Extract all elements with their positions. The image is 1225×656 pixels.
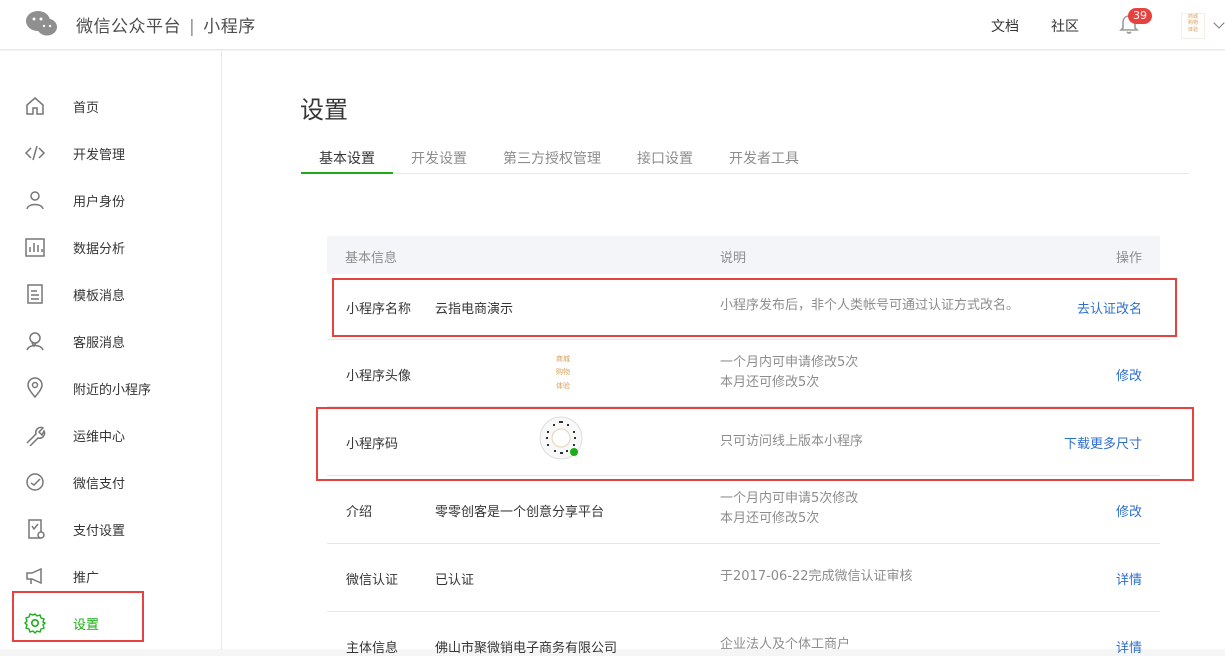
setting-value: 已认证 [435, 573, 475, 588]
sidebar-item-label: 附近的小程序 [73, 383, 152, 398]
miniprogram-code-image [539, 416, 583, 460]
bar-chart-icon [25, 238, 45, 257]
tab-interface-settings[interactable]: 接口设置 [637, 148, 693, 168]
setting-name: 小程序码 [346, 437, 399, 452]
table-row: 主体信息 佛山市聚微销电子商务有限公司 企业法人及个体工商户 详情 [327, 613, 1160, 656]
settings-table-header: 基本信息 说明 操作 [327, 236, 1160, 274]
tab-third-party-authorization[interactable]: 第三方授权管理 [503, 148, 601, 168]
table-row: 小程序码 只可访问线上版本小程序 下载更多尺寸 [327, 408, 1160, 476]
setting-name: 小程序名称 [346, 302, 412, 317]
sidebar-item-label: 数据分析 [73, 242, 126, 257]
sidebar-item-label: 模板消息 [73, 289, 126, 304]
avatar-text-line: 购物 [1187, 20, 1198, 27]
sidebar-item-promotion[interactable]: 推广 [0, 557, 222, 593]
entity-details-link[interactable]: 详情 [1116, 637, 1142, 656]
setting-value: 零零创客是一个创意分享平台 [435, 505, 605, 520]
table-row: 小程序头像 商城 购物 体验 一个月内可申请修改5次 本月还可修改5次 修改 [327, 341, 1160, 407]
setting-description: 只可访问线上版本小程序 [720, 434, 864, 449]
megaphone-icon [26, 567, 42, 585]
table-row: 微信认证 已认证 于2017-06-22完成微信认证审核 详情 [327, 545, 1160, 612]
sidebar-item-data-analysis[interactable]: 数据分析 [0, 228, 222, 264]
page-title: 设置 [300, 96, 348, 124]
sidebar-item-label: 开发管理 [73, 148, 126, 163]
tab-developer-tools[interactable]: 开发者工具 [729, 148, 799, 168]
tab-basic-settings[interactable]: 基本设置 [319, 148, 375, 168]
sidebar-item-label: 推广 [73, 571, 100, 586]
code-icon [24, 145, 46, 161]
top-navigation-bar: 微信公众平台 | 小程序 文档 社区 39 商城 购物 体验 [0, 0, 1225, 50]
sidebar-item-label: 用户身份 [73, 195, 126, 210]
setting-name: 介绍 [346, 505, 373, 520]
home-icon [26, 97, 44, 115]
setting-name: 微信认证 [346, 573, 399, 588]
setting-value: 云指电商演示 [435, 302, 514, 317]
sidebar-item-label: 支付设置 [73, 524, 126, 539]
sidebar-item-home[interactable]: 首页 [0, 87, 222, 123]
sidebar-item-wechat-pay[interactable]: 微信支付 [0, 463, 222, 499]
community-link[interactable]: 社区 [1051, 16, 1079, 36]
setting-description-line: 本月还可修改5次 [720, 511, 820, 526]
setting-description-line: 一个月内可申请修改5次 [720, 355, 859, 370]
sidebar-item-customer-service[interactable]: 客服消息 [0, 322, 222, 358]
setting-description: 小程序发布后，非个人类帐号可通过认证方式改名。 [720, 298, 1020, 313]
download-more-sizes-link[interactable]: 下载更多尺寸 [1064, 433, 1142, 452]
miniprogram-avatar: 商城 购物 体验 [543, 350, 583, 390]
sidebar-item-label: 客服消息 [73, 336, 126, 351]
edit-introduction-link[interactable]: 修改 [1116, 501, 1142, 520]
header-description: 说明 [720, 251, 747, 266]
setting-value: 佛山市聚微销电子商务有限公司 [435, 641, 618, 656]
active-tab-underline [301, 172, 393, 174]
table-row: 介绍 零零创客是一个创意分享平台 一个月内可申请5次修改 本月还可修改5次 修改 [327, 477, 1160, 544]
avatar-text-line: 购物 [556, 368, 570, 377]
chevron-down-icon[interactable] [1213, 17, 1225, 29]
settings-highlight-box [12, 591, 144, 642]
sidebar-item-payment-settings[interactable]: 支付设置 [0, 510, 222, 546]
wrench-icon [26, 426, 46, 446]
avatar-text-line: 体验 [1187, 26, 1198, 33]
product-name: 小程序 [203, 17, 256, 37]
avatar-text-line: 商城 [556, 355, 570, 363]
edit-avatar-link[interactable]: 修改 [1116, 365, 1142, 384]
location-pin-icon [27, 377, 43, 399]
setting-name: 小程序头像 [346, 369, 412, 384]
setting-description: 企业法人及个体工商户 [720, 637, 851, 652]
avatar-text-line: 体验 [556, 381, 570, 390]
setting-description: 于2017-06-22完成微信认证审核 [720, 569, 913, 584]
setting-name: 主体信息 [346, 641, 399, 656]
sidebar-item-label: 首页 [73, 101, 100, 116]
notification-count-badge: 39 [1128, 8, 1152, 24]
user-icon [26, 191, 44, 210]
sidebar-item-label: 运维中心 [73, 430, 126, 445]
verification-details-link[interactable]: 详情 [1116, 569, 1142, 588]
verify-rename-link[interactable]: 去认证改名 [1077, 298, 1142, 317]
document-icon [27, 284, 43, 304]
header-actions: 操作 [1115, 251, 1142, 266]
setting-description-line: 一个月内可申请5次修改 [720, 491, 859, 506]
account-avatar[interactable]: 商城 购物 体验 [1181, 13, 1205, 39]
table-row: 小程序名称 云指电商演示 小程序发布后，非个人类帐号可通过认证方式改名。 去认证… [327, 274, 1160, 340]
sidebar-item-nearby-miniprogram[interactable]: 附近的小程序 [0, 369, 222, 405]
brand-separator: | [189, 17, 196, 37]
settings-tabs: 基本设置 开发设置 第三方授权管理 接口设置 开发者工具 [301, 140, 1189, 174]
tab-development-settings[interactable]: 开发设置 [411, 148, 467, 168]
payment-settings-icon [28, 519, 45, 539]
docs-link[interactable]: 文档 [991, 16, 1019, 36]
sidebar-item-user-identity[interactable]: 用户身份 [0, 181, 222, 217]
setting-description-line: 本月还可修改5次 [720, 375, 820, 390]
sidebar-item-label: 微信支付 [73, 477, 126, 492]
sidebar-item-operations-center[interactable]: 运维中心 [0, 416, 222, 452]
platform-name: 微信公众平台 [76, 17, 181, 37]
left-sidebar: 首页 开发管理 用户身份 数据分析 模板消息 客服消息 附近的小程序 运维中心 … [0, 51, 222, 649]
sidebar-item-template-messages[interactable]: 模板消息 [0, 275, 222, 311]
platform-brand[interactable]: 微信公众平台 | 小程序 [76, 12, 256, 37]
header-basic-info: 基本信息 [345, 251, 398, 266]
wechat-logo-icon [26, 11, 57, 36]
wechat-pay-icon [26, 473, 44, 491]
customer-service-icon [26, 332, 44, 351]
sidebar-item-development[interactable]: 开发管理 [0, 134, 222, 170]
settings-main-panel: 设置 基本设置 开发设置 第三方授权管理 接口设置 开发者工具 基本信息 说明 … [222, 51, 1225, 656]
